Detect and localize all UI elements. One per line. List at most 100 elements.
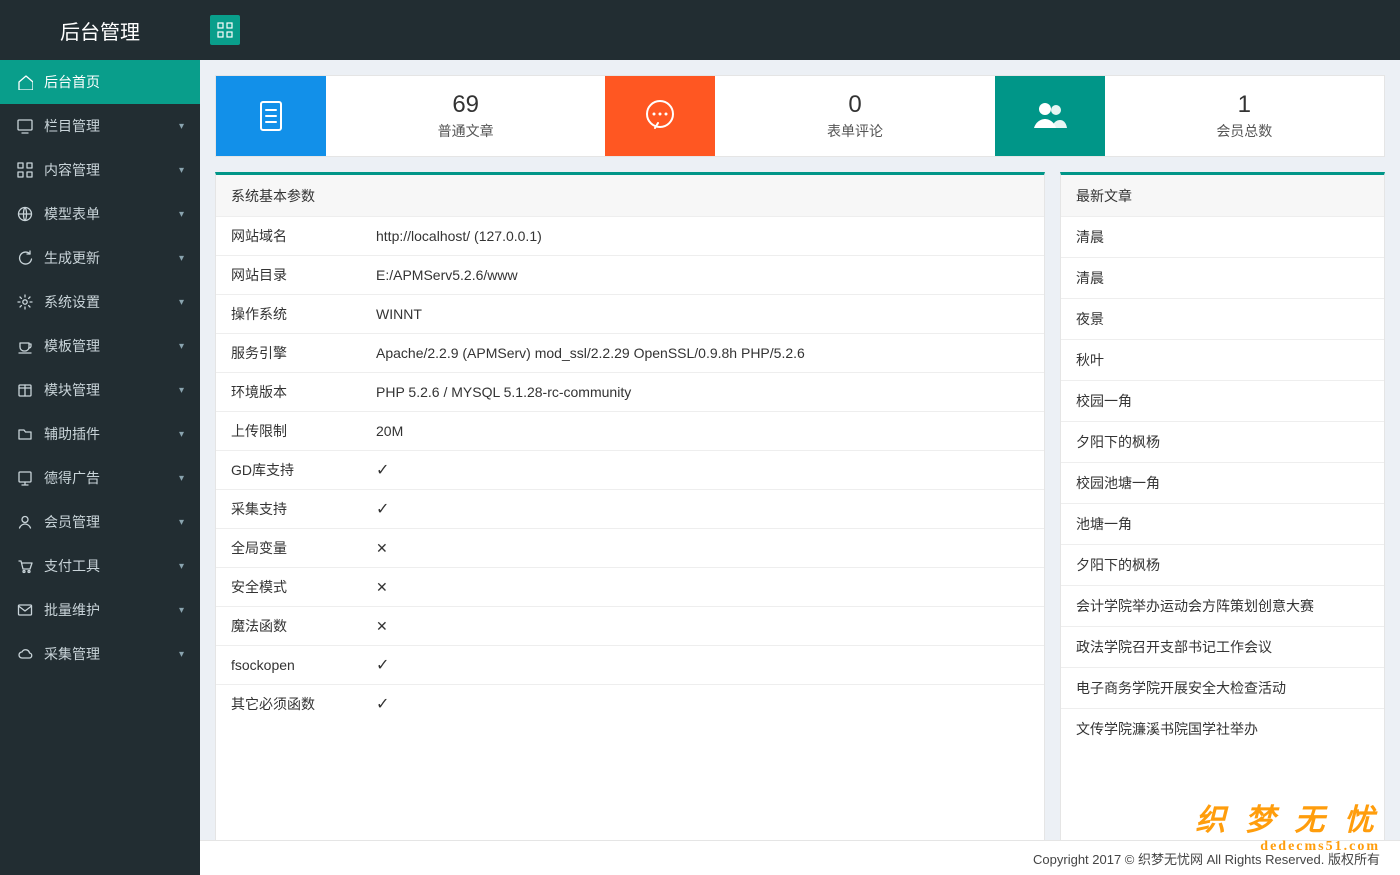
param-label: 采集支持: [216, 490, 361, 528]
board-icon: [16, 469, 34, 487]
param-value-text: PHP 5.2.6 / MYSQL 5.1.28-rc-community: [376, 384, 631, 400]
footer-text: Copyright 2017 © 织梦无忧网 All Rights Reserv…: [1033, 849, 1380, 868]
article-link[interactable]: 池塘一角: [1061, 504, 1384, 545]
param-row: 安全模式: [216, 568, 1044, 607]
monitor-icon: [16, 117, 34, 135]
stats-row: 69普通文章 0表单评论 1会员总数: [215, 75, 1385, 157]
sidebar-item-4[interactable]: 生成更新▾: [0, 236, 200, 280]
sidebar-item-label: 支付工具: [44, 556, 100, 576]
param-label: 全局变量: [216, 529, 361, 567]
stat-text: 0表单评论: [715, 76, 994, 156]
article-link[interactable]: 校园一角: [1061, 381, 1384, 422]
param-value-text: http://localhost/ (127.0.0.1): [376, 228, 542, 244]
sidebar-item-11[interactable]: 支付工具▾: [0, 544, 200, 588]
sidebar-item-13[interactable]: 采集管理▾: [0, 632, 200, 676]
sidebar-item-5[interactable]: 系统设置▾: [0, 280, 200, 324]
main-content: 69普通文章 0表单评论 1会员总数 系统基本参数 网站域名http://local…: [200, 60, 1400, 875]
article-link[interactable]: 清晨: [1061, 217, 1384, 258]
sidebar-item-label: 模型表单: [44, 204, 100, 224]
grid-icon: [16, 161, 34, 179]
param-label: 环境版本: [216, 373, 361, 411]
param-label: 安全模式: [216, 568, 361, 606]
panel-title: 最新文章: [1061, 175, 1384, 217]
sidebar-item-3[interactable]: 模型表单 ▾: [0, 192, 200, 236]
app-title: 后台管理: [0, 0, 200, 60]
sidebar-item-label: 辅助插件: [44, 424, 100, 444]
grid-menu-button[interactable]: [210, 15, 240, 45]
panel-title: 系统基本参数: [216, 175, 1044, 217]
mail-icon: [16, 601, 34, 619]
param-value-text: WINNT: [376, 306, 422, 322]
param-row: 其它必须函数: [216, 685, 1044, 723]
stat-card-1[interactable]: 0表单评论: [605, 76, 994, 156]
param-row: fsockopen: [216, 646, 1044, 685]
sidebar-item-label: 后台首页: [44, 72, 100, 92]
sidebar-item-label: 栏目管理: [44, 116, 100, 136]
stat-text: 1会员总数: [1105, 76, 1384, 156]
article-link[interactable]: 会计学院举办运动会方阵策划创意大赛: [1061, 586, 1384, 627]
sidebar-item-label: 德得广告: [44, 468, 100, 488]
article-link[interactable]: 清晨: [1061, 258, 1384, 299]
stat-label: 会员总数: [1216, 121, 1272, 141]
sidebar-item-label: 系统设置: [44, 292, 100, 312]
sidebar-item-9[interactable]: 德得广告▾: [0, 456, 200, 500]
sidebar-item-label: 内容管理: [44, 160, 100, 180]
sidebar-item-1[interactable]: 栏目管理 ▾: [0, 104, 200, 148]
param-value: [361, 685, 1044, 723]
param-value: PHP 5.2.6 / MYSQL 5.1.28-rc-community: [361, 375, 1044, 409]
article-link[interactable]: 夕阳下的枫杨: [1061, 545, 1384, 586]
panels-row: 系统基本参数 网站域名http://localhost/ (127.0.0.1)…: [215, 172, 1385, 875]
check-icon: [376, 501, 389, 517]
check-icon: [376, 696, 389, 712]
param-label: 操作系统: [216, 295, 361, 333]
chevron-down-icon: ▾: [179, 605, 184, 616]
sidebar-item-2[interactable]: 内容管理▾: [0, 148, 200, 192]
articles-body: 清晨清晨夜景秋叶校园一角夕阳下的枫杨校园池塘一角池塘一角夕阳下的枫杨会计学院举办…: [1061, 217, 1384, 874]
chat-icon: [605, 76, 715, 156]
sidebar-item-12[interactable]: 批量维护▾: [0, 588, 200, 632]
article-link[interactable]: 秋叶: [1061, 340, 1384, 381]
header: 后台管理: [0, 0, 1400, 60]
x-icon: [376, 540, 388, 556]
sidebar-item-label: 采集管理: [44, 644, 100, 664]
chevron-down-icon: ▾: [179, 341, 184, 352]
param-value: 20M: [361, 414, 1044, 448]
stat-card-0[interactable]: 69普通文章: [216, 76, 605, 156]
sidebar-item-6[interactable]: 模板管理 ▾: [0, 324, 200, 368]
cart-icon: [16, 557, 34, 575]
article-link[interactable]: 政法学院召开支部书记工作会议: [1061, 627, 1384, 668]
param-label: 其它必须函数: [216, 685, 361, 723]
sidebar-item-8[interactable]: 辅助插件▾: [0, 412, 200, 456]
chevron-down-icon: ▾: [179, 121, 184, 132]
article-link[interactable]: 夜景: [1061, 299, 1384, 340]
param-row: 操作系统 WINNT: [216, 295, 1044, 334]
article-link[interactable]: 文传学院濂溪书院国学社举办: [1061, 709, 1384, 749]
stat-card-2[interactable]: 1会员总数: [995, 76, 1384, 156]
param-value: [361, 531, 1044, 566]
latest-articles-panel: 最新文章 清晨清晨夜景秋叶校园一角夕阳下的枫杨校园池塘一角池塘一角夕阳下的枫杨会…: [1060, 172, 1385, 875]
chevron-down-icon: ▾: [179, 253, 184, 264]
article-link[interactable]: 校园池塘一角: [1061, 463, 1384, 504]
home-icon: [16, 73, 34, 91]
param-value-text: Apache/2.2.9 (APMServ) mod_ssl/2.2.29 Op…: [376, 345, 805, 361]
param-row: 网站目录E:/APMServ5.2.6/www: [216, 256, 1044, 295]
param-value: [361, 570, 1044, 605]
stat-text: 69普通文章: [326, 76, 605, 156]
cloud-icon: [16, 645, 34, 663]
param-value-text: 20M: [376, 423, 403, 439]
sidebar-item-7[interactable]: 模块管理▾: [0, 368, 200, 412]
article-link[interactable]: 夕阳下的枫杨: [1061, 422, 1384, 463]
doc-icon: [216, 76, 326, 156]
sidebar-item-10[interactable]: 会员管理▾: [0, 500, 200, 544]
article-link[interactable]: 电子商务学院开展安全大检查活动: [1061, 668, 1384, 709]
sidebar-item-label: 模板管理: [44, 336, 100, 356]
user-icon: [16, 513, 34, 531]
sidebar-item-0[interactable]: 后台首页: [0, 60, 200, 104]
param-label: fsockopen: [216, 648, 361, 682]
param-row: 环境版本 PHP 5.2.6 / MYSQL 5.1.28-rc-communit…: [216, 373, 1044, 412]
stat-label: 普通文章: [438, 121, 494, 141]
system-params-panel: 系统基本参数 网站域名http://localhost/ (127.0.0.1)…: [215, 172, 1045, 875]
sidebar-item-label: 会员管理: [44, 512, 100, 532]
params-body: 网站域名http://localhost/ (127.0.0.1)网站目录E:/…: [216, 217, 1044, 874]
chevron-down-icon: ▾: [179, 209, 184, 220]
